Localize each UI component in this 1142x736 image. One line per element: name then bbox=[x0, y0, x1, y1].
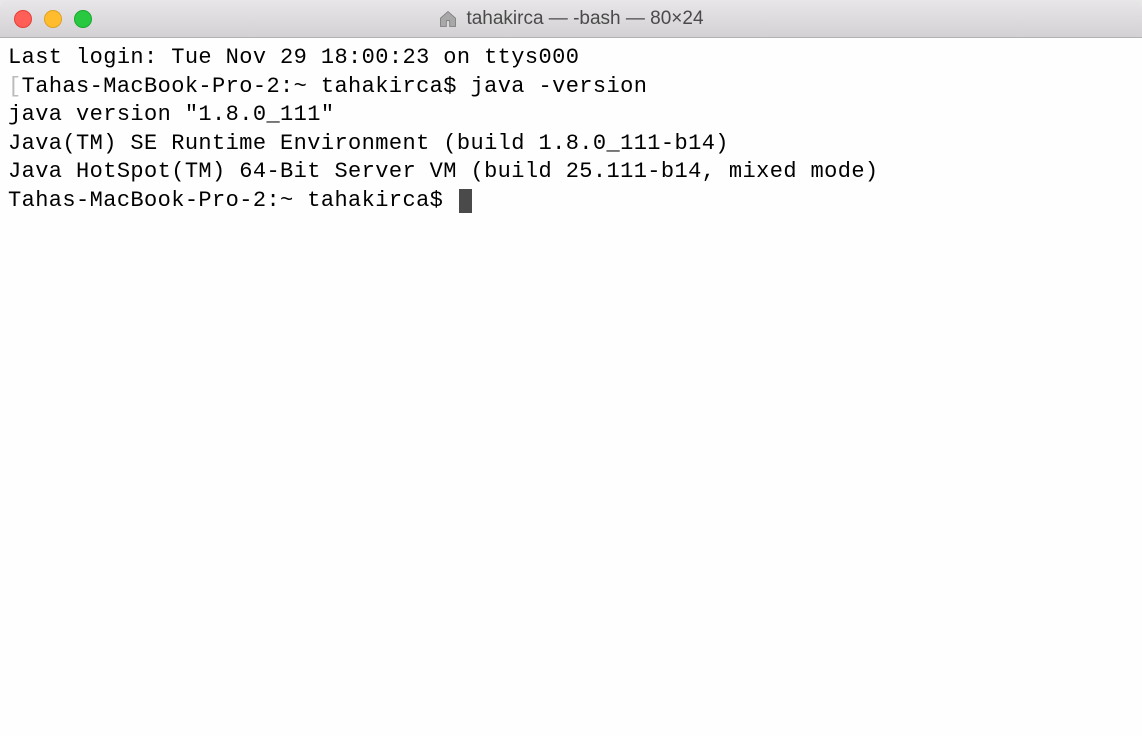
window-title: tahakirca — -bash — 80×24 bbox=[466, 8, 703, 30]
title-wrap: tahakirca — -bash — 80×24 bbox=[438, 8, 703, 30]
output-line: Last login: Tue Nov 29 18:00:23 on ttys0… bbox=[8, 44, 1134, 73]
bracket: [ bbox=[8, 74, 22, 99]
home-icon bbox=[438, 9, 458, 29]
minimize-button[interactable] bbox=[44, 10, 62, 28]
titlebar[interactable]: tahakirca — -bash — 80×24 bbox=[0, 0, 1142, 38]
traffic-lights bbox=[0, 10, 92, 28]
prompt-text: Tahas-MacBook-Pro-2:~ tahakirca$ bbox=[22, 74, 471, 99]
command-text: java -version bbox=[470, 74, 647, 99]
output-line: [Tahas-MacBook-Pro-2:~ tahakirca$ java -… bbox=[8, 73, 1134, 102]
prompt-text: Tahas-MacBook-Pro-2:~ tahakirca$ bbox=[8, 188, 457, 213]
prompt-line: Tahas-MacBook-Pro-2:~ tahakirca$ bbox=[8, 187, 1134, 216]
output-line: Java HotSpot(TM) 64-Bit Server VM (build… bbox=[8, 158, 1134, 187]
output-line: Java(TM) SE Runtime Environment (build 1… bbox=[8, 130, 1134, 159]
output-line: java version "1.8.0_111" bbox=[8, 101, 1134, 130]
cursor bbox=[459, 189, 472, 213]
terminal-body[interactable]: Last login: Tue Nov 29 18:00:23 on ttys0… bbox=[0, 38, 1142, 736]
zoom-button[interactable] bbox=[74, 10, 92, 28]
terminal-window: tahakirca — -bash — 80×24 Last login: Tu… bbox=[0, 0, 1142, 736]
close-button[interactable] bbox=[14, 10, 32, 28]
